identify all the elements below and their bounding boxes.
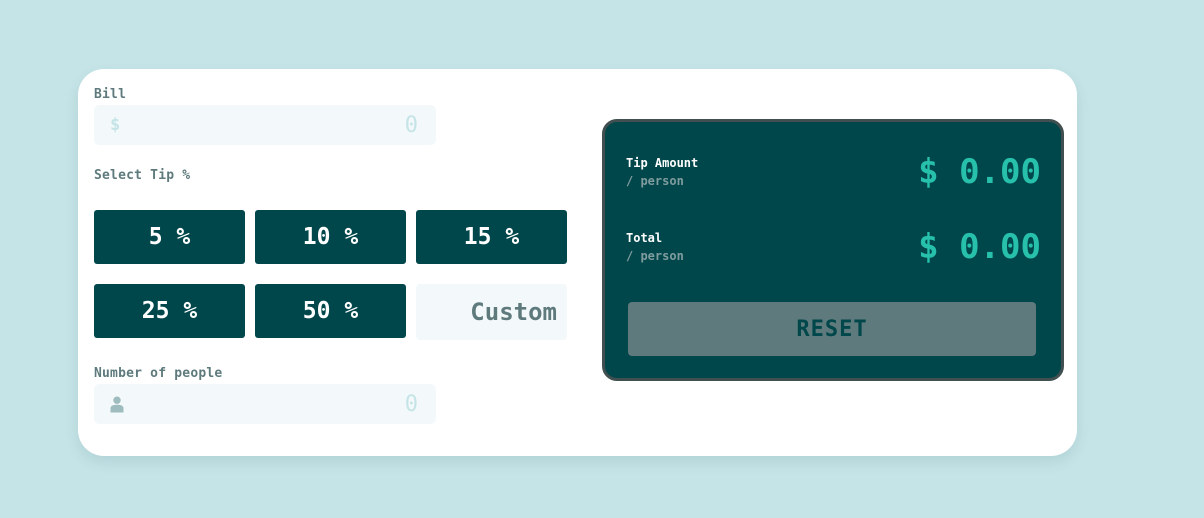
bill-field[interactable]: $ xyxy=(94,105,436,145)
tip-10-button[interactable]: 10 % xyxy=(255,210,406,264)
tip-50-button[interactable]: 50 % xyxy=(255,284,406,338)
people-label: Number of people xyxy=(94,366,223,381)
people-input[interactable] xyxy=(134,384,418,424)
person-icon xyxy=(110,384,124,424)
tip-custom-field[interactable] xyxy=(416,284,567,340)
tip-amount-value: $ 0.00 xyxy=(918,152,1041,192)
bill-input[interactable] xyxy=(134,105,418,145)
total-title: Total xyxy=(626,231,663,245)
bill-label: Bill xyxy=(94,87,127,102)
tip-15-button[interactable]: 15 % xyxy=(416,210,567,264)
tip-25-button[interactable]: 25 % xyxy=(94,284,245,338)
total-subtitle: / person xyxy=(626,249,684,263)
result-panel: Tip Amount / person $ 0.00 Total / perso… xyxy=(602,119,1064,381)
select-tip-label: Select Tip % xyxy=(94,168,191,183)
total-value: $ 0.00 xyxy=(918,227,1041,267)
tip-amount-subtitle: / person xyxy=(626,174,684,188)
tip-calculator-card: Bill $ Select Tip % 5 % 10 % 15 % 25 % 5… xyxy=(78,69,1077,456)
tip-5-button[interactable]: 5 % xyxy=(94,210,245,264)
dollar-icon: $ xyxy=(110,115,121,135)
tip-custom-input[interactable] xyxy=(416,284,567,340)
reset-button[interactable]: RESET xyxy=(628,302,1036,356)
tip-amount-title: Tip Amount xyxy=(626,156,699,170)
people-field[interactable] xyxy=(94,384,436,424)
